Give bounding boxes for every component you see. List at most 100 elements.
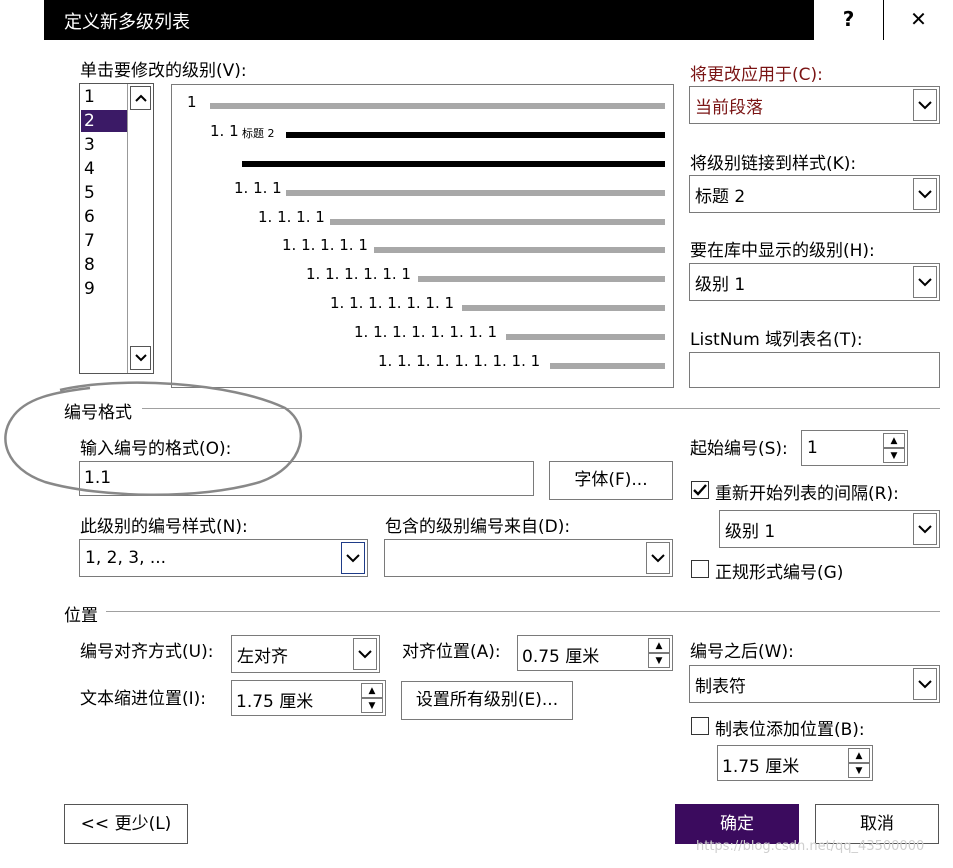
scroll-down-button[interactable] (130, 346, 151, 370)
chevron-down-icon (918, 100, 932, 109)
help-button[interactable]: ? (813, 0, 883, 40)
spin-up-icon: ▲ (361, 683, 383, 698)
link-style-dropdown[interactable]: 标题 2 (689, 175, 940, 213)
gallery-level-dropdown[interactable]: 级别 1 (689, 263, 940, 301)
tab-stop-value: 1.75 厘米 (722, 757, 800, 777)
preview-style-tag: 标题 2 (242, 127, 275, 140)
spinner-buttons[interactable]: ▲ ▼ (648, 638, 670, 668)
preview-row-text: 1. 1. 1. 1 (258, 208, 325, 226)
gallery-level-label: 要在库中显示的级别(H): (690, 241, 875, 261)
level-item[interactable]: 6 (84, 207, 95, 227)
listnum-label: ListNum 域列表名(T): (690, 330, 863, 350)
dropdown-arrow[interactable] (913, 513, 937, 545)
level-item-selected[interactable]: 2 (84, 111, 95, 131)
link-style-label: 将级别链接到样式(K): (690, 154, 857, 174)
preview-row-text: 1. 1. 1. 1. 1. 1. 1 (330, 294, 455, 312)
number-style-dropdown[interactable]: 1, 2, 3, ... (79, 539, 368, 577)
level-item[interactable]: 8 (84, 255, 95, 275)
level-item[interactable]: 7 (84, 231, 95, 251)
preview-row-line (210, 103, 665, 109)
apply-to-value: 当前段落 (695, 97, 763, 118)
chevron-down-icon (134, 354, 147, 362)
preview-row-text: 1. 1. 1 (234, 179, 282, 197)
indent-value: 1.75 厘米 (236, 692, 314, 712)
start-at-spinner[interactable]: 1 ▲ ▼ (801, 430, 908, 466)
follow-number-dropdown[interactable]: 制表符 (689, 665, 940, 703)
ok-button[interactable]: 确定 (675, 804, 799, 844)
preview-row-text: 1 (187, 93, 197, 111)
less-button[interactable]: << 更少(L) (64, 804, 188, 844)
close-button[interactable]: ✕ (883, 0, 953, 40)
apply-to-dropdown[interactable]: 当前段落 (689, 86, 940, 124)
chevron-down-icon (918, 277, 932, 286)
tab-stop-spinner[interactable]: 1.75 厘米 ▲ ▼ (717, 745, 873, 781)
level-item[interactable]: 4 (84, 159, 95, 179)
indent-spinner[interactable]: 1.75 厘米 ▲ ▼ (231, 680, 386, 716)
font-button[interactable]: 字体(F)... (549, 461, 673, 500)
level-item[interactable]: 9 (84, 279, 95, 299)
preview-row-text: 1. 1. 1. 1. 1. 1 (306, 265, 411, 283)
include-level-label: 包含的级别编号来自(D): (385, 517, 571, 537)
preview-row-text: 1. 1 (210, 122, 239, 140)
tab-stop-checkbox[interactable] (691, 717, 709, 735)
dropdown-arrow[interactable] (913, 178, 937, 210)
spinner-buttons[interactable]: ▲ ▼ (883, 433, 905, 463)
preview-row-line (286, 190, 665, 196)
chevron-up-icon (134, 94, 147, 102)
spin-down-icon: ▼ (883, 448, 905, 463)
list-preview: 1 1. 1 标题 2 1. 1. 1 1. 1. 1. 1 1. 1. 1. … (171, 84, 674, 388)
watermark: https://blog.csdn.net/qq_43500000 (696, 839, 925, 854)
spin-down-icon: ▼ (361, 698, 383, 713)
restart-dropdown[interactable]: 级别 1 (719, 510, 940, 548)
scroll-up-button[interactable] (130, 86, 151, 110)
set-all-levels-button[interactable]: 设置所有级别(E)... (401, 681, 573, 720)
annotation-circle (4, 381, 303, 496)
preview-row-line (462, 305, 665, 311)
level-item[interactable]: 3 (84, 135, 95, 155)
preview-row-line (550, 363, 665, 369)
spin-down-icon: ▼ (848, 763, 870, 778)
preview-row-text: 1. 1. 1. 1. 1 (282, 236, 368, 254)
number-style-value: 1, 2, 3, ... (85, 548, 167, 568)
cancel-button[interactable]: 取消 (815, 804, 939, 844)
window-title: 定义新多级列表 (64, 12, 190, 33)
restart-label: 重新开始列表的间隔(R): (715, 484, 899, 504)
dropdown-arrow[interactable] (913, 89, 937, 121)
chevron-down-icon (651, 553, 665, 562)
follow-number-value: 制表符 (695, 676, 746, 697)
chevron-down-icon (346, 553, 360, 562)
dropdown-arrow[interactable] (913, 668, 937, 700)
level-listbox[interactable]: 1 2 3 4 5 6 7 8 9 (79, 83, 154, 374)
link-style-value: 标题 2 (695, 186, 746, 207)
dropdown-arrow[interactable] (341, 542, 365, 574)
aligned-at-spinner[interactable]: 0.75 厘米 ▲ ▼ (517, 635, 673, 671)
number-style-label: 此级别的编号样式(N): (80, 517, 248, 537)
checkmark-icon (693, 484, 707, 496)
dropdown-arrow[interactable] (646, 542, 670, 574)
preview-row-line (330, 219, 665, 225)
preview-row-text: 1. 1. 1. 1. 1. 1. 1. 1 (354, 323, 498, 341)
legal-style-checkbox[interactable] (691, 560, 709, 578)
spinner-buttons[interactable]: ▲ ▼ (848, 748, 870, 778)
start-at-value: 1 (807, 438, 818, 458)
level-item[interactable]: 1 (84, 87, 95, 107)
spin-down-icon: ▼ (648, 653, 670, 668)
level-scrollbar[interactable] (127, 84, 153, 373)
gallery-level-value: 级别 1 (695, 274, 746, 295)
chevron-down-icon (918, 189, 932, 198)
include-level-dropdown[interactable] (384, 539, 673, 577)
alignment-dropdown[interactable]: 左对齐 (231, 635, 380, 673)
restart-checkbox[interactable] (691, 481, 709, 499)
level-item[interactable]: 5 (84, 183, 95, 203)
follow-number-label: 编号之后(W): (690, 642, 794, 662)
dropdown-arrow[interactable] (913, 266, 937, 298)
spin-up-icon: ▲ (648, 638, 670, 653)
spinner-buttons[interactable]: ▲ ▼ (361, 683, 383, 713)
listnum-input[interactable] (689, 352, 940, 388)
dropdown-arrow[interactable] (353, 638, 377, 670)
spin-up-icon: ▲ (883, 433, 905, 448)
level-list-label: 单击要修改的级别(V): (80, 61, 247, 81)
tab-stop-label: 制表位添加位置(B): (715, 720, 865, 740)
chevron-down-icon (918, 524, 932, 533)
preview-row-line (506, 334, 665, 340)
